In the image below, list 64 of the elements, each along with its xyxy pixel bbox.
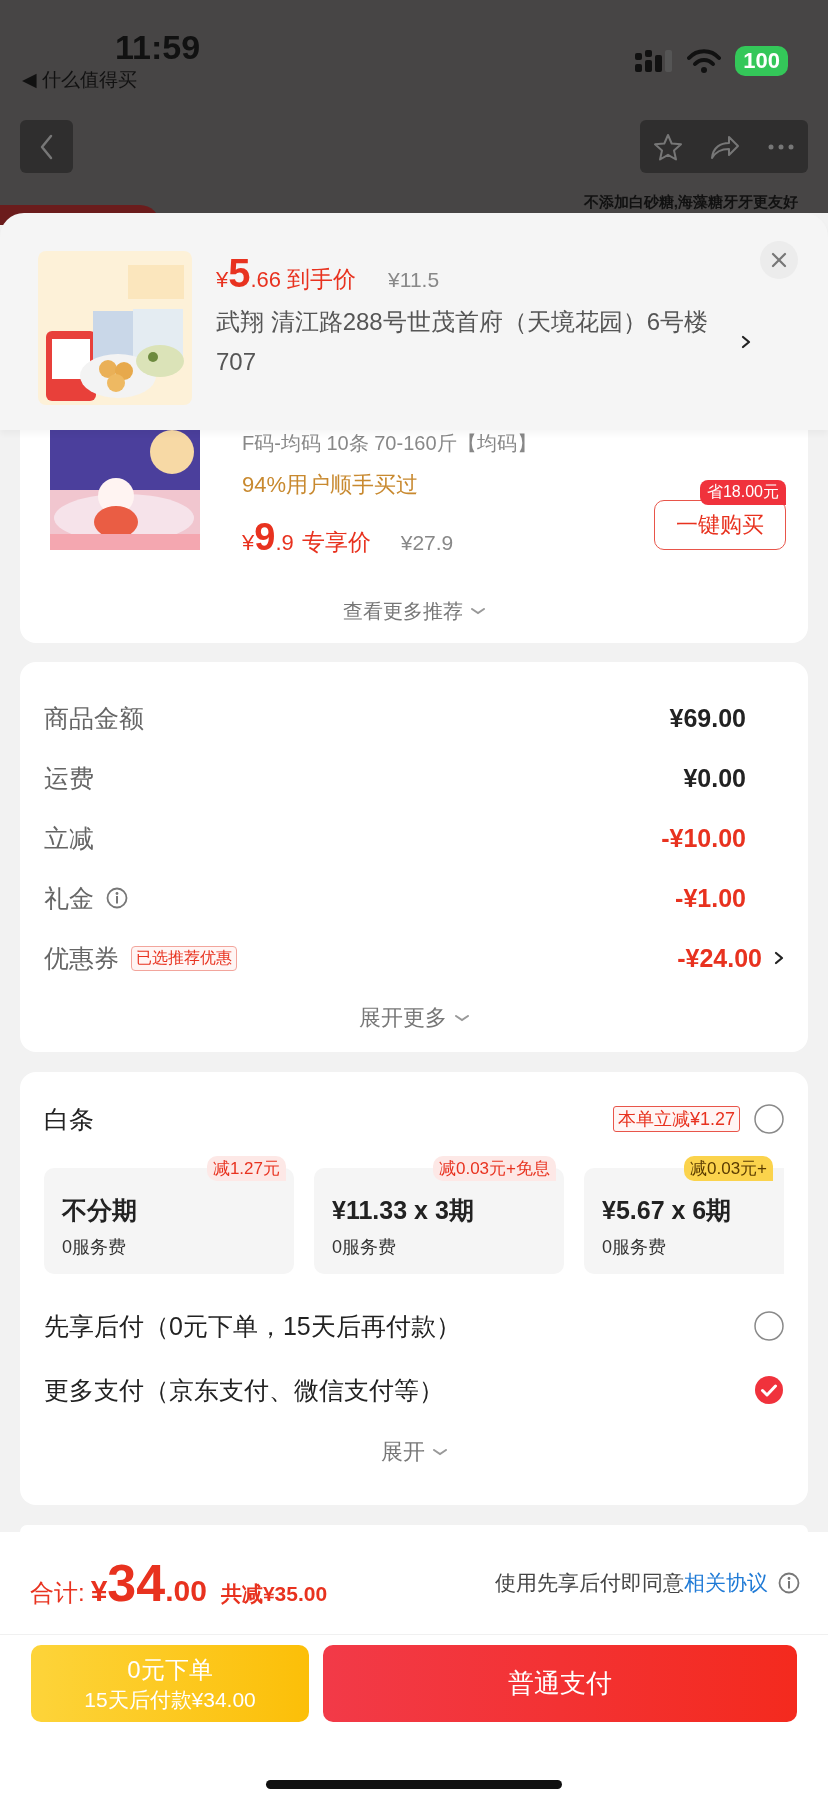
product-price: ¥9.9 [242,516,294,559]
cost-label: 运费 [44,762,94,794]
chevron-right-icon [741,335,751,349]
more-icon[interactable] [767,142,795,151]
pay-button[interactable]: 普通支付 [323,1645,797,1722]
back-button[interactable] [20,120,73,173]
payment-method-title: 白条 [44,1103,95,1135]
delivery-address[interactable]: 武翔 清江路288号世茂首府（天境花园）6号楼707 [216,302,721,382]
cost-value: -¥24.00 [677,943,762,973]
installment-title: 不分期 [62,1195,138,1226]
chevron-down-icon [433,1448,447,1456]
info-icon [778,1572,800,1594]
signal-icon [635,50,674,72]
cost-value: ¥69.00 [669,703,746,733]
total-savings: 共减¥35.00 [220,1581,328,1607]
cost-label: 立减 [44,822,94,854]
price-label: 专享价 [301,528,371,557]
battery-level: 100 [735,46,788,76]
chevron-down-icon [455,1014,469,1022]
total-label: 合计: [30,1578,85,1608]
cost-value: -¥10.00 [661,823,746,853]
cost-label: 优惠券 [44,942,119,974]
cost-value: ¥0.00 [683,763,746,793]
discount-badge: 减0.03元+免息 [433,1156,556,1181]
installment-title: ¥5.67 x 6期 [602,1195,733,1226]
chevron-down-icon [471,608,485,615]
buy-button[interactable]: 一键购买 [654,500,786,550]
close-button[interactable] [760,241,798,279]
promo-tag: 本单立减¥1.27 [612,1106,740,1132]
service-fee: 0服务费 [602,1236,667,1259]
original-price: ¥27.9 [400,531,454,555]
original-price: ¥11.5 [388,268,440,292]
close-icon [771,252,787,268]
installment-option[interactable]: 减1.27元 不分期 0服务费 [44,1156,294,1274]
chevron-right-icon [774,951,784,965]
agreement-text: 使用先享后付即同意相关协议 [495,1570,768,1596]
total-amount: ¥34.00 [90,1553,207,1613]
discount-badge: 减0.03元+ [684,1156,773,1181]
cost-label: 商品金额 [44,702,144,734]
service-fee: 0服务费 [332,1236,397,1259]
product-price: ¥5.66 [216,251,282,296]
coupon-tag: 已选推荐优惠 [131,945,237,971]
more-recommendations-link[interactable]: 查看更多推荐 [343,598,463,625]
agreement-link[interactable]: 相关协议 [684,1571,768,1594]
price-label: 到手价 [287,265,357,294]
info-icon [106,887,128,909]
payment-option-label[interactable]: 更多支付（京东支付、微信支付等） [44,1373,754,1407]
installment-option[interactable]: 减0.03元+免息 ¥11.33 x 3期 0服务费 [314,1156,564,1274]
radio-button[interactable] [754,1311,784,1341]
payment-option-label[interactable]: 先享后付（0元下单，15天后再付款） [44,1309,754,1343]
radio-button[interactable] [754,1104,784,1134]
cost-label: 礼金 [44,882,94,914]
savings-badge: 省18.00元 [699,480,786,505]
wifi-icon [687,48,722,74]
installment-title: ¥11.33 x 3期 [332,1195,475,1226]
service-fee: 0服务费 [62,1236,127,1259]
discount-badge: 减1.27元 [206,1156,286,1181]
cost-value: -¥1.00 [675,883,746,913]
star-icon[interactable] [653,132,683,161]
product-spec: F码-均码 10条 70-160斤【均码】 [242,431,537,456]
checked-radio-button[interactable] [754,1375,784,1405]
expand-more-link[interactable]: 展开更多 [359,1003,447,1033]
expand-link[interactable]: 展开 [381,1437,425,1467]
purchase-note: 94%用户顺手买过 [242,471,419,499]
